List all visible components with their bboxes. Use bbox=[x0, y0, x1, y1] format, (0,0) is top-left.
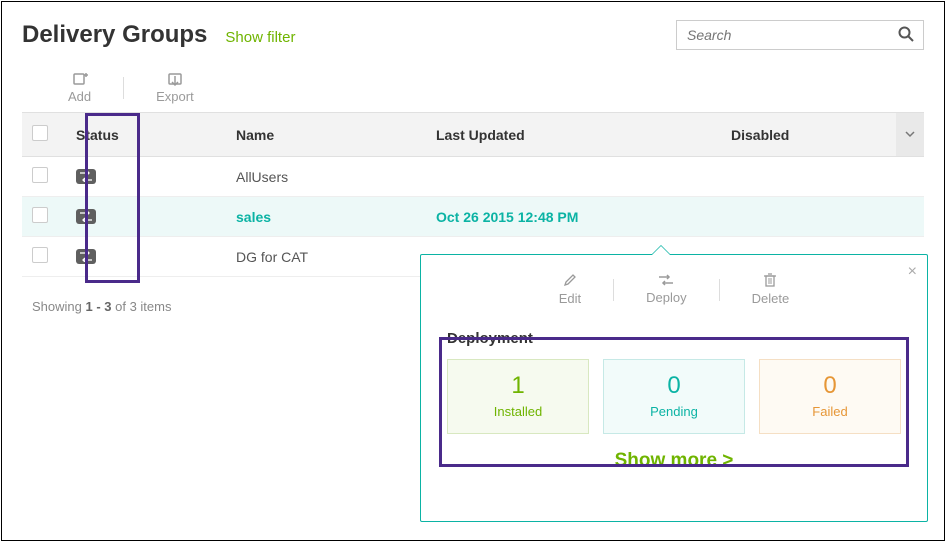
cell-name: DG for CAT bbox=[226, 237, 426, 277]
close-button[interactable]: × bbox=[908, 263, 917, 281]
pending-count: 0 bbox=[604, 372, 744, 400]
trash-icon bbox=[764, 273, 776, 287]
row-checkbox[interactable] bbox=[32, 247, 48, 263]
add-button[interactable]: Add bbox=[62, 72, 97, 104]
export-icon bbox=[167, 72, 183, 86]
chevron-down-icon bbox=[904, 128, 916, 140]
detail-popover: × Edit Deploy Delete Deployment 1 I bbox=[420, 254, 928, 522]
table-row[interactable]: AllUsers bbox=[22, 157, 924, 197]
divider bbox=[719, 279, 720, 301]
installed-count: 1 bbox=[448, 372, 588, 400]
failed-count: 0 bbox=[760, 372, 900, 400]
table-row[interactable]: sales Oct 26 2015 12:48 PM bbox=[22, 197, 924, 237]
add-icon bbox=[72, 72, 88, 86]
deploy-label: Deploy bbox=[646, 290, 686, 305]
edit-button[interactable]: Edit bbox=[547, 273, 593, 306]
page-title: Delivery Groups bbox=[22, 21, 207, 49]
select-all-checkbox[interactable] bbox=[32, 125, 48, 141]
search-icon[interactable] bbox=[898, 26, 914, 45]
deployment-title: Deployment bbox=[447, 330, 901, 347]
deploy-button[interactable]: Deploy bbox=[634, 274, 698, 305]
row-checkbox[interactable] bbox=[32, 167, 48, 183]
edit-label: Edit bbox=[559, 291, 581, 306]
cell-disabled bbox=[721, 197, 896, 237]
row-checkbox[interactable] bbox=[32, 207, 48, 223]
delivery-groups-table: Status Name Last Updated Disabled AllUse… bbox=[22, 112, 924, 277]
divider bbox=[123, 77, 124, 99]
failed-card[interactable]: 0 Failed bbox=[759, 359, 901, 434]
status-icon bbox=[76, 169, 96, 184]
show-more-link[interactable]: Show more > bbox=[421, 450, 927, 472]
delete-button[interactable]: Delete bbox=[740, 273, 802, 306]
pencil-icon bbox=[563, 273, 577, 287]
pending-card[interactable]: 0 Pending bbox=[603, 359, 745, 434]
add-label: Add bbox=[68, 89, 91, 104]
status-icon bbox=[76, 249, 96, 264]
installed-card[interactable]: 1 Installed bbox=[447, 359, 589, 434]
export-button[interactable]: Export bbox=[150, 72, 200, 104]
columns-menu-button[interactable] bbox=[896, 113, 924, 157]
export-label: Export bbox=[156, 89, 194, 104]
cell-name: sales bbox=[226, 197, 426, 237]
search-box bbox=[676, 20, 924, 50]
deploy-icon bbox=[658, 274, 674, 286]
delete-label: Delete bbox=[752, 291, 790, 306]
col-last-updated[interactable]: Last Updated bbox=[426, 113, 721, 157]
status-icon bbox=[76, 209, 96, 224]
failed-label: Failed bbox=[760, 404, 900, 419]
show-filter-link[interactable]: Show filter bbox=[225, 29, 295, 46]
cell-disabled bbox=[721, 157, 896, 197]
cell-name: AllUsers bbox=[226, 157, 426, 197]
col-name[interactable]: Name bbox=[226, 113, 426, 157]
cell-last-updated bbox=[426, 157, 721, 197]
search-input[interactable] bbox=[676, 20, 924, 50]
col-status[interactable]: Status bbox=[66, 113, 226, 157]
divider bbox=[613, 279, 614, 301]
cell-last-updated: Oct 26 2015 12:48 PM bbox=[426, 197, 721, 237]
pending-label: Pending bbox=[604, 404, 744, 419]
installed-label: Installed bbox=[448, 404, 588, 419]
col-disabled[interactable]: Disabled bbox=[721, 113, 896, 157]
